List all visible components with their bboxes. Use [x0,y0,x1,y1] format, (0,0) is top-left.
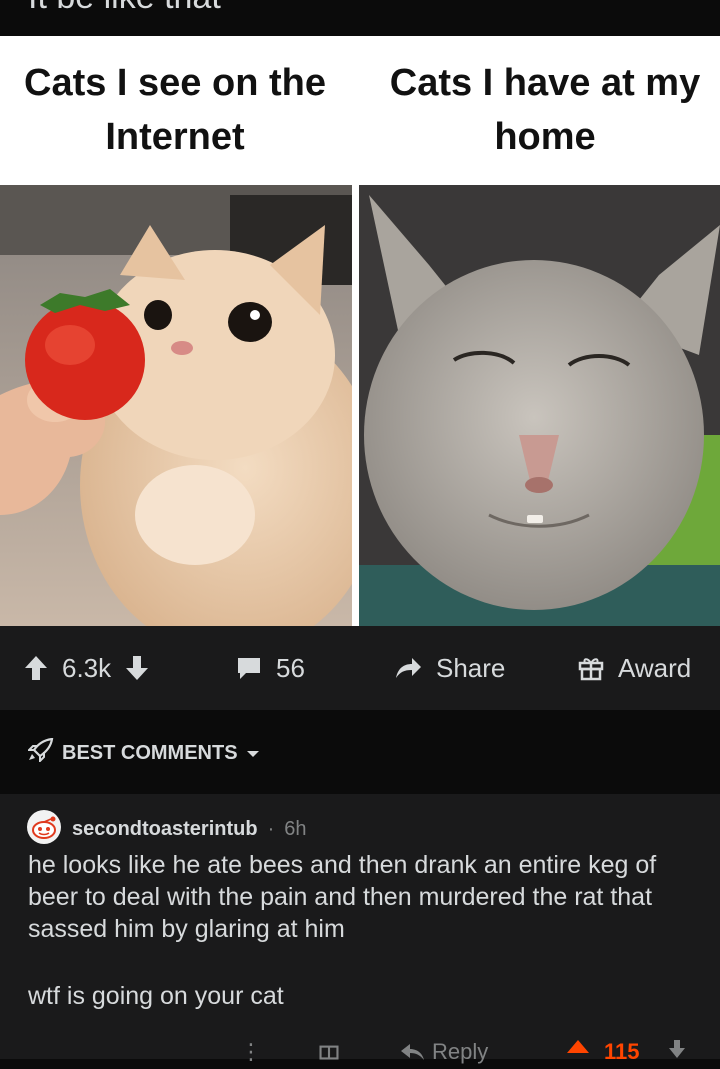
vote-group: 6.3k [24,626,149,710]
kitten-photo [0,185,352,626]
more-options-icon[interactable]: ⋮ [240,1039,262,1065]
comment-card: secondtoasterintub · 6h he looks like he… [0,794,720,1064]
avatar[interactable] [26,809,62,850]
meme-caption-right: Cats I have at my home [389,62,701,158]
gift-icon [578,655,604,681]
comments-button[interactable]: 56 [236,626,305,710]
rocket-icon [26,737,54,768]
downvote-icon[interactable] [125,655,149,681]
comment-actions: ⋮ Reply 115 [0,1039,720,1069]
comment-sort-bar: BEST COMMENTS [0,710,720,794]
comment-header: secondtoasterintub · 6h [26,809,307,850]
comment-upvote-icon[interactable] [566,1039,590,1067]
comment-timestamp: 6h [284,818,307,840]
upvote-icon[interactable] [24,655,48,681]
post-title-strip: It be like that [0,0,720,36]
comment-username[interactable]: secondtoasterintub [72,818,258,841]
award-button[interactable]: Award [578,626,691,710]
post-score: 6.3k [62,652,112,683]
share-label: Share [436,652,506,683]
award-label: Award [618,652,692,683]
post-title: It be like that [28,0,221,17]
gift-icon[interactable] [318,1039,340,1067]
post-action-bar: 6.3k 56 Share Award [0,626,720,710]
share-arrow-icon [394,656,422,680]
post-image[interactable]: Cats I see on the Internet Cats I have a… [0,36,720,626]
grumpy-cat-photo [359,185,720,626]
comment-downvote-icon[interactable] [668,1039,686,1065]
reply-label: Reply [432,1039,489,1064]
comment-paragraph: he looks like he ate bees and then drank… [28,851,657,943]
share-button[interactable]: Share [394,626,505,710]
sort-label: BEST COMMENTS [62,741,238,764]
comment-score: 115 [604,1039,640,1064]
meme-caption-left: Cats I see on the Internet [24,62,326,158]
reply-arrow-icon [401,1044,424,1060]
chevron-down-icon [246,742,260,765]
comment-bubble-icon [236,655,262,681]
comment-body: he looks like he ate bees and then drank… [28,849,708,1012]
comment-sort-dropdown[interactable]: BEST COMMENTS [26,737,260,768]
reply-button[interactable]: Reply [400,1039,488,1065]
comment-paragraph: wtf is going on your cat [28,982,284,1010]
comment-separator: · [267,818,275,840]
comment-count: 56 [276,652,305,683]
